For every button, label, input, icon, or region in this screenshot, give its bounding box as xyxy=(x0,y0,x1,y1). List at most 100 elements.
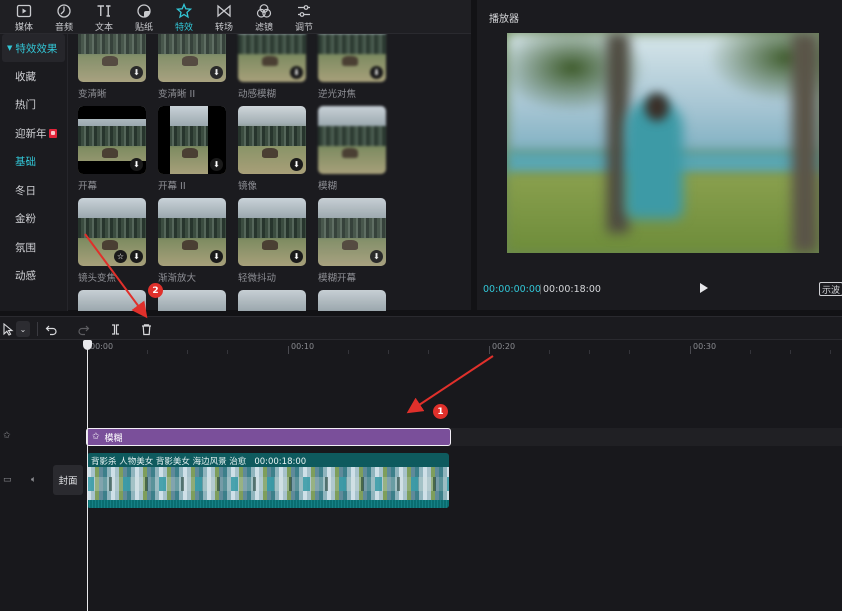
sidebar-item-favorites[interactable]: 收藏 xyxy=(0,62,67,91)
video-clip[interactable]: 背影杀 人物美女 背影美女 海边风景 治愈 00:00:18:00 xyxy=(87,453,449,508)
sidebar-header-effects[interactable]: ▼ 特效效果 xyxy=(2,34,65,62)
effect-thumbnail: ⬇ xyxy=(238,106,306,174)
download-icon[interactable]: ⬇ xyxy=(210,250,223,263)
sticker-icon xyxy=(137,4,151,18)
ruler-tick xyxy=(690,346,691,354)
effect-card-blur-open[interactable]: ⬇ 模糊开幕 xyxy=(318,198,386,284)
effect-name: 镜头变焦 xyxy=(78,273,117,284)
tab-filter[interactable]: 滤镜 xyxy=(244,0,284,33)
effect-thumbnail: ⬇ xyxy=(318,34,386,82)
effect-clip-blur[interactable]: ✩ 模糊 xyxy=(86,428,451,446)
effects-icon xyxy=(176,3,192,19)
select-mode-dropdown[interactable]: ⌄ xyxy=(16,321,30,337)
effect-card-row4-1[interactable] xyxy=(78,290,146,311)
tab-label: 文本 xyxy=(94,23,113,33)
download-icon[interactable]: ⬇ xyxy=(370,66,383,79)
sidebar-item-dynamic[interactable]: 动感 xyxy=(0,262,67,291)
split-button[interactable] xyxy=(109,321,122,337)
effect-track-icon: ✩ xyxy=(3,431,11,441)
timecode-separator: | xyxy=(539,284,543,295)
download-icon[interactable]: ⬇ xyxy=(210,158,223,171)
edit-toolbar: ⌄ xyxy=(0,316,842,340)
new-badge-icon xyxy=(48,128,57,138)
effect-card-zoom-in[interactable]: ⬇ 渐渐放大 xyxy=(158,198,226,284)
effect-card-mirror[interactable]: ⬇ 镜像 xyxy=(238,106,306,192)
sidebar-item-label: 迎新年 xyxy=(15,127,47,140)
download-icon[interactable]: ⬇ xyxy=(130,66,143,79)
download-icon[interactable]: ⬇ xyxy=(370,250,383,263)
timeline-panel: 00:00 00:10 00:20 00:30 ✩ ✩ 模糊 ▭ 🔈︎ 封面 背… xyxy=(0,340,842,611)
track-mute-icon[interactable]: 🔈︎ xyxy=(31,475,36,485)
cover-button[interactable]: 封面 xyxy=(53,465,83,495)
effects-icon: ✩ xyxy=(92,432,100,442)
effect-card-lens-zoom[interactable]: ☆ ⬇ 镜头变焦 xyxy=(78,198,146,284)
effect-card-blur[interactable]: 模糊 xyxy=(318,106,386,192)
sidebar-item-label: 氛围 xyxy=(15,241,36,254)
sidebar-item-new-year[interactable]: 迎新年 xyxy=(0,119,67,148)
tab-media[interactable]: 媒体 xyxy=(4,0,44,33)
sidebar-item-atmosphere[interactable]: 氛围 xyxy=(0,233,67,262)
download-icon[interactable]: ⬇ xyxy=(130,250,143,263)
redo-button[interactable] xyxy=(77,321,90,337)
video-track-icon: ▭ xyxy=(3,475,12,485)
time-ruler[interactable]: 00:00 00:10 00:20 00:30 xyxy=(0,340,842,354)
tab-adjust[interactable]: 调节 xyxy=(284,0,324,33)
filter-icon xyxy=(256,4,272,18)
video-clip-label: 背影杀 人物美女 背影美女 海边风景 治愈 00:00:18:00 xyxy=(91,455,306,467)
download-icon[interactable]: ⬇ xyxy=(130,158,143,171)
annotation-marker-1: 1 xyxy=(433,404,448,419)
trash-icon xyxy=(142,323,151,335)
audio-icon xyxy=(57,4,71,18)
tab-label: 滤镜 xyxy=(254,23,273,33)
delete-button[interactable] xyxy=(140,321,153,337)
effect-thumbnail xyxy=(318,290,386,311)
playhead[interactable] xyxy=(83,340,92,611)
tab-text[interactable]: 文本 xyxy=(84,0,124,33)
sidebar-item-label: 金粉 xyxy=(15,213,36,226)
tab-audio[interactable]: 音频 xyxy=(44,0,84,33)
sidebar-item-winter[interactable]: 冬日 xyxy=(0,176,67,205)
effect-card-slight-shake[interactable]: ⬇ 轻微抖动 xyxy=(238,198,306,284)
sidebar-item-label: 收藏 xyxy=(15,70,36,83)
effect-thumbnail: ⬇ xyxy=(238,198,306,266)
download-icon[interactable]: ⬇ xyxy=(290,158,303,171)
effect-card-row4-4[interactable] xyxy=(318,290,386,311)
effect-name: 轻微抖动 xyxy=(238,273,277,284)
category-toolbar: 媒体 音频 文本 贴纸 特效 转场 滤镜 调节 xyxy=(0,0,471,33)
favorite-star-icon[interactable]: ☆ xyxy=(114,250,127,263)
effect-card-row4-3[interactable] xyxy=(238,290,306,311)
effect-clip-label: 模糊 xyxy=(104,433,123,444)
effect-card-open-curtain[interactable]: ⬇ 开幕 xyxy=(78,106,146,192)
sidebar-item-basic[interactable]: 基础 xyxy=(0,148,67,177)
annotation-marker-2: 2 xyxy=(148,283,163,298)
undo-button[interactable] xyxy=(45,321,58,337)
effect-card-motion-blur[interactable]: ⬇ 动感模糊 xyxy=(238,34,306,100)
tab-transition[interactable]: 转场 xyxy=(204,0,244,33)
tab-sticker[interactable]: 贴纸 xyxy=(124,0,164,33)
tab-label: 媒体 xyxy=(14,23,33,33)
tab-effects[interactable]: 特效 xyxy=(164,0,204,33)
effect-card-sharpen[interactable]: ⬇ 变清晰 xyxy=(78,34,146,100)
video-preview[interactable] xyxy=(507,33,819,253)
effect-name: 开幕 II xyxy=(158,181,186,192)
transition-icon xyxy=(217,4,231,18)
cursor-icon xyxy=(3,322,14,336)
download-icon[interactable]: ⬇ xyxy=(290,66,303,79)
effect-card-open-curtain-2[interactable]: ⬇ 开幕 II xyxy=(158,106,226,192)
effect-card-backlight-focus[interactable]: ⬇ 逆光对焦 xyxy=(318,34,386,100)
sidebar-item-gold-dust[interactable]: 金粉 xyxy=(0,205,67,234)
effect-card-sharpen-2[interactable]: ⬇ 变清晰 II xyxy=(158,34,226,100)
effect-grid: ⬇ 变清晰 ⬇ 变清晰 II ⬇ 动感模糊 ⬇ 逆光对焦 ⬇ 开幕 ⬇ 开幕 I… xyxy=(76,34,471,311)
download-icon[interactable]: ⬇ xyxy=(290,250,303,263)
clip-frames xyxy=(87,467,449,500)
video-clip-name: 背影杀 人物美女 背影美女 海边风景 治愈 xyxy=(91,457,247,467)
sidebar-item-hot[interactable]: 热门 xyxy=(0,91,67,120)
select-tool-button[interactable] xyxy=(2,321,15,337)
toolbar-divider xyxy=(37,322,38,336)
ruler-tick xyxy=(489,346,490,354)
effect-card-row4-2[interactable] xyxy=(158,290,226,311)
waveform-toggle-button[interactable]: 示波 xyxy=(819,282,842,296)
play-button[interactable] xyxy=(699,283,709,294)
download-icon[interactable]: ⬇ xyxy=(210,66,223,79)
effect-thumbnail: ⬇ xyxy=(318,198,386,266)
